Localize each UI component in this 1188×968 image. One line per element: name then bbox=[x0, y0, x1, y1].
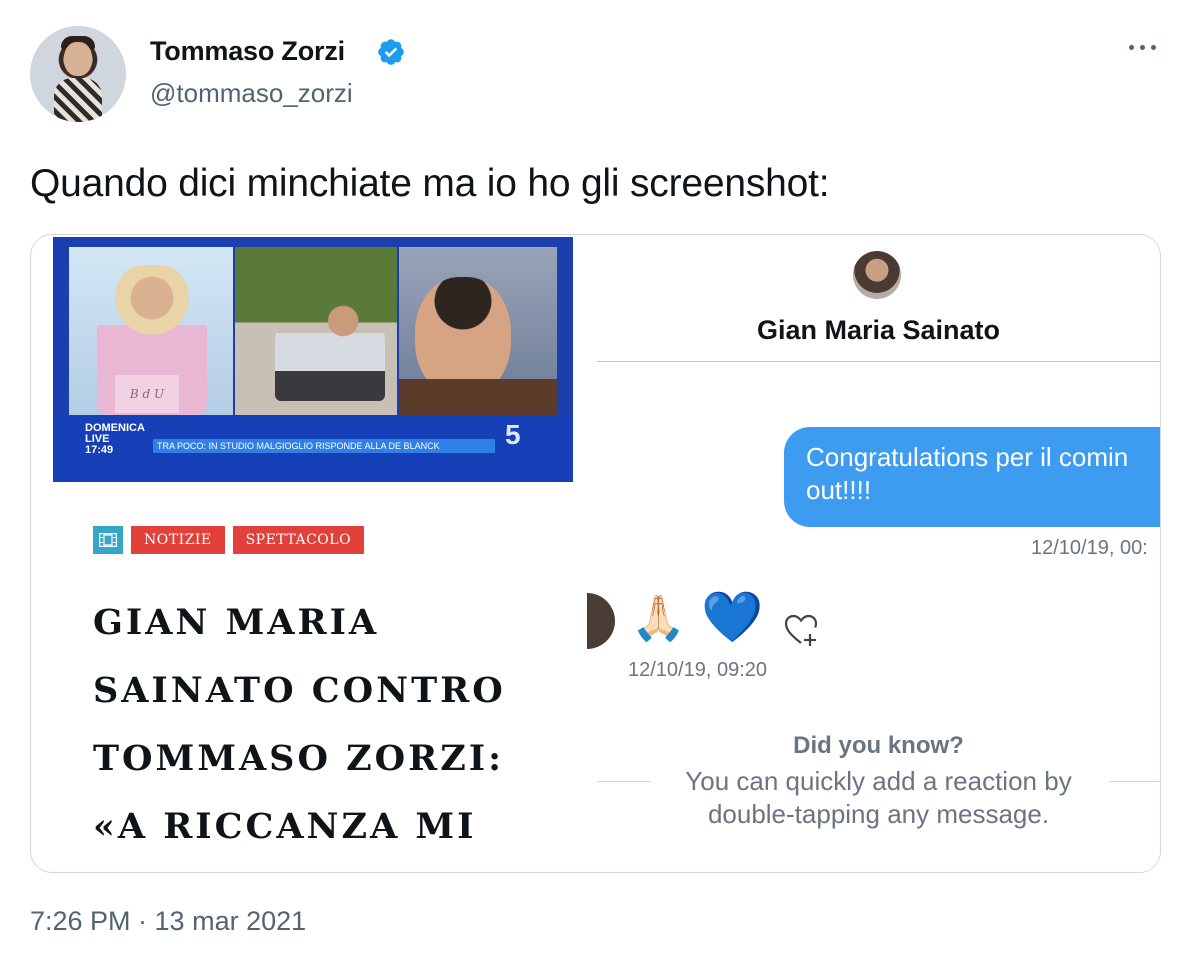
pray-emoji-icon: 🙏🏻 bbox=[631, 594, 686, 643]
add-reaction-icon bbox=[784, 614, 818, 646]
dm-screenshot: Gian Maria Sainato Congratulations per i… bbox=[587, 235, 1160, 872]
author-avatar[interactable] bbox=[30, 26, 126, 122]
tweet-media[interactable]: B d U DOMENICA LIVE 17:49 TRA POCO: IN S… bbox=[30, 234, 1161, 873]
avatar-body bbox=[54, 78, 102, 122]
tv-ticker: TRA POCO: IN STUDIO MALGIOGLIO RISPONDE … bbox=[153, 439, 495, 453]
reactor-avatar bbox=[587, 593, 615, 649]
more-options-icon[interactable] bbox=[1126, 38, 1160, 58]
contact-name: Gian Maria Sainato bbox=[756, 315, 1001, 345]
tweet-text: Quando dici minchiate ma io ho gli scree… bbox=[30, 162, 830, 205]
divider bbox=[597, 361, 1160, 362]
tv-panel-closeup bbox=[399, 247, 557, 415]
tv-sign: B d U bbox=[115, 375, 179, 413]
reaction-time: 12/10/19, 09:20 bbox=[628, 659, 768, 681]
verified-badge-icon bbox=[378, 39, 404, 65]
headline-line: GIAN MARIA bbox=[93, 602, 380, 643]
tag-notizie: NOTIZIE bbox=[131, 526, 225, 554]
headline-line: TOMMASO ZORZI: bbox=[93, 738, 505, 779]
author-name[interactable]: Tommaso Zorzi bbox=[150, 36, 345, 67]
tag-spettacolo: SPETTACOLO bbox=[232, 526, 365, 554]
headline-line: SAINATO CONTRO bbox=[93, 670, 506, 711]
tv-panel-host: B d U bbox=[69, 247, 233, 415]
tv-show-logo: DOMENICA LIVE 17:49 bbox=[85, 422, 145, 456]
article-headline: GIAN MARIA SAINATO CONTRO TOMMASO ZORZI:… bbox=[93, 589, 573, 861]
tv-panel-guest bbox=[235, 247, 397, 415]
blue-heart-emoji-icon: 💙 bbox=[701, 589, 764, 645]
article-tags: NOTIZIE SPETTACOLO bbox=[93, 526, 365, 554]
contact-avatar bbox=[853, 251, 901, 299]
film-icon bbox=[93, 526, 123, 554]
tv-screenshot: B d U DOMENICA LIVE 17:49 TRA POCO: IN S… bbox=[53, 237, 573, 482]
message-time: 12/10/19, 00: bbox=[1031, 537, 1148, 559]
tweet-timestamp[interactable]: 7:26 PM · 13 mar 2021 bbox=[30, 906, 306, 937]
headline-line: «A RICCANZA MI bbox=[93, 806, 477, 847]
channel-logo: 5 bbox=[505, 419, 521, 450]
tip-body: You can quickly add a reaction by double… bbox=[685, 766, 1072, 829]
author-handle[interactable]: @tommaso_zorzi bbox=[150, 78, 353, 109]
tv-lower-bar: DOMENICA LIVE 17:49 TRA POCO: IN STUDIO … bbox=[53, 415, 573, 481]
avatar-face bbox=[64, 42, 92, 76]
message-bubble: Congratulations per il comin out!!!! bbox=[784, 427, 1160, 527]
tip-title: Did you know? bbox=[793, 732, 964, 759]
